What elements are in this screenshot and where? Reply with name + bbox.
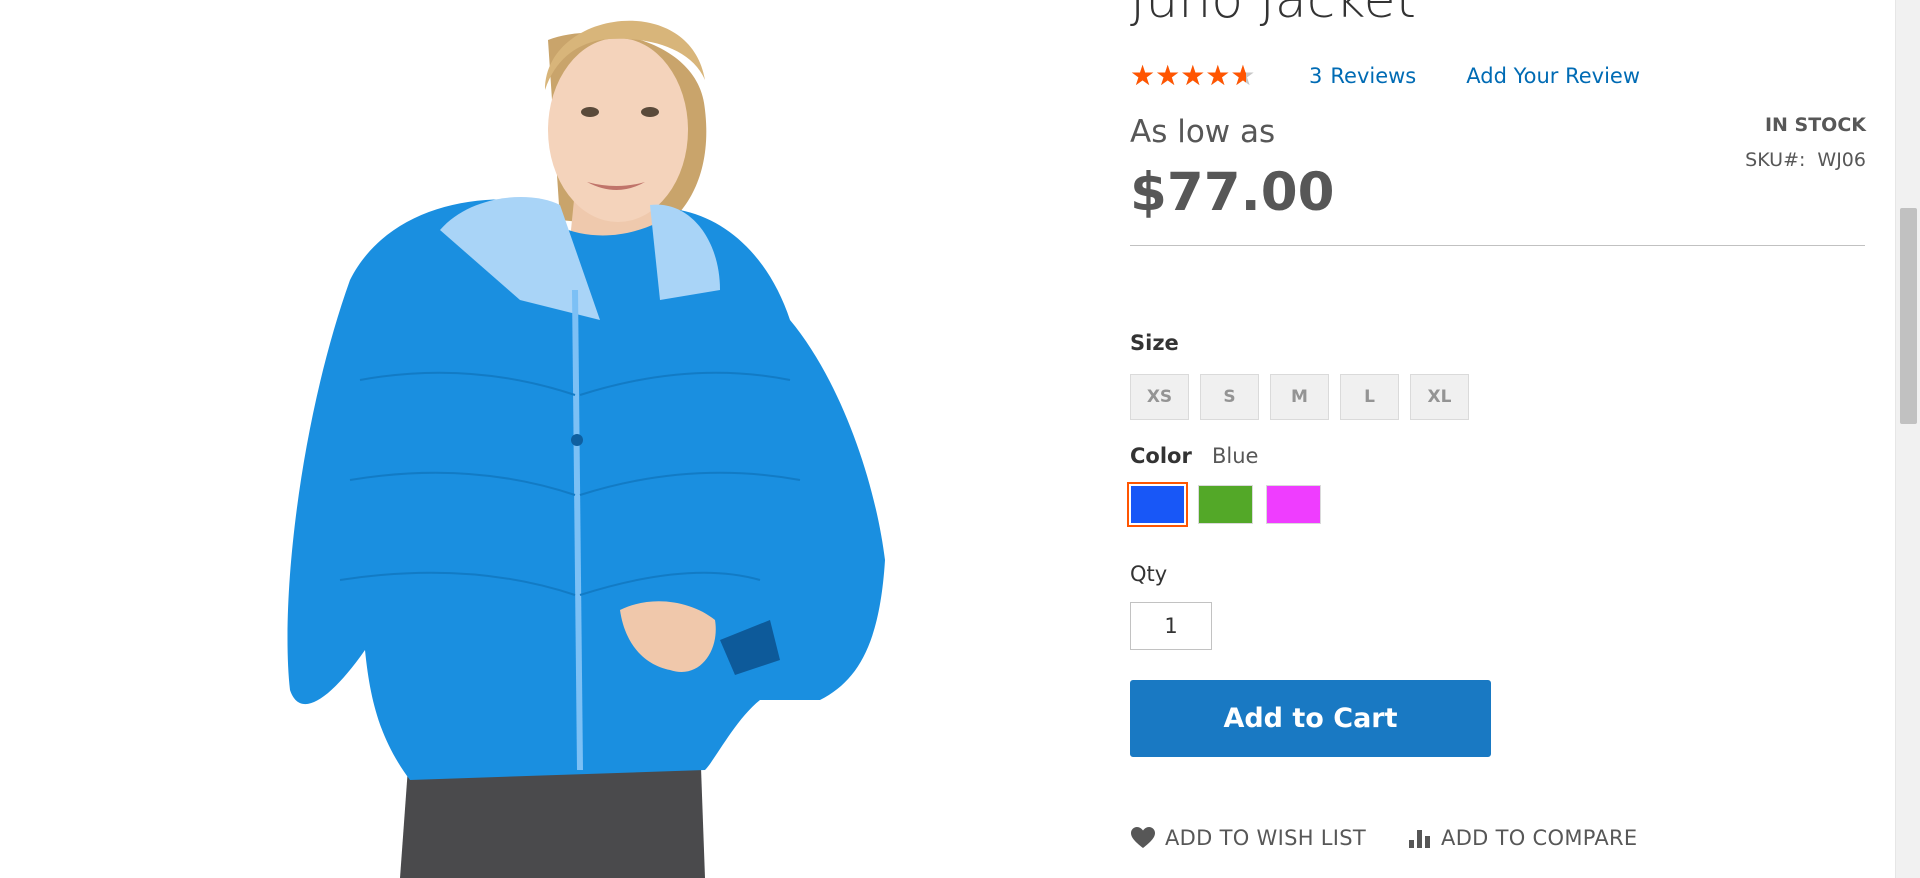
heart-icon: [1130, 826, 1156, 850]
rating-stars-filled: ★★★★★: [1130, 60, 1246, 92]
product-image[interactable]: [0, 0, 1090, 878]
size-option-s[interactable]: S: [1200, 374, 1259, 420]
rating-summary: ★★★★★ ★★★★★ 3 Reviews Add Your Review: [1130, 60, 1640, 92]
scrollbar-thumb[interactable]: [1900, 208, 1917, 424]
color-option-purple[interactable]: [1266, 485, 1321, 524]
reviews-count: 3: [1309, 64, 1323, 88]
page-scrollbar[interactable]: [1895, 0, 1920, 878]
size-option-xl[interactable]: XL: [1410, 374, 1469, 420]
size-label: Size: [1130, 331, 1179, 355]
color-selected-value: Blue: [1212, 444, 1259, 468]
size-option-m[interactable]: M: [1270, 374, 1329, 420]
add-to-wish-list-label: ADD TO WISH LIST: [1165, 826, 1367, 850]
product-photo-illustration: [287, 20, 885, 878]
reviews-label: Reviews: [1330, 64, 1417, 88]
size-option-l[interactable]: L: [1340, 374, 1399, 420]
color-option-blue[interactable]: [1127, 482, 1188, 527]
rating-stars: ★★★★★ ★★★★★: [1130, 60, 1263, 92]
size-swatches: XS S M L XL: [1130, 374, 1469, 420]
add-to-cart-button[interactable]: Add to Cart: [1130, 680, 1491, 757]
color-option-green[interactable]: [1198, 485, 1253, 524]
add-to-wish-list-link[interactable]: ADD TO WISH LIST: [1130, 826, 1366, 850]
product-price: $77.00: [1130, 162, 1335, 223]
color-swatches: [1127, 482, 1321, 527]
sku-label: SKU#:: [1745, 149, 1806, 171]
product-title: Juno Jacket: [1130, 0, 1417, 30]
sku-value: WJ06: [1817, 149, 1866, 171]
info-divider: [1130, 245, 1865, 246]
product-sku: SKU#: WJ06: [1745, 149, 1866, 171]
add-review-link[interactable]: Add Your Review: [1466, 64, 1640, 88]
add-to-compare-label: ADD TO COMPARE: [1441, 826, 1638, 850]
bar-chart-icon: [1406, 826, 1432, 850]
size-option-xs[interactable]: XS: [1130, 374, 1189, 420]
price-label: As low as: [1130, 114, 1276, 150]
color-label: Color: [1130, 444, 1192, 468]
product-info: Juno Jacket ★★★★★ ★★★★★ 3 Reviews Add You…: [1127, 0, 1866, 878]
stock-status: IN STOCK: [1764, 114, 1866, 136]
add-to-compare-link[interactable]: ADD TO COMPARE: [1406, 826, 1637, 850]
reviews-link[interactable]: 3 Reviews: [1309, 64, 1416, 88]
qty-label: Qty: [1130, 562, 1168, 586]
product-page: Juno Jacket ★★★★★ ★★★★★ 3 Reviews Add You…: [0, 0, 1920, 878]
product-actions: ADD TO WISH LIST ADD TO COMPARE: [1130, 826, 1638, 850]
qty-input[interactable]: [1130, 602, 1212, 650]
